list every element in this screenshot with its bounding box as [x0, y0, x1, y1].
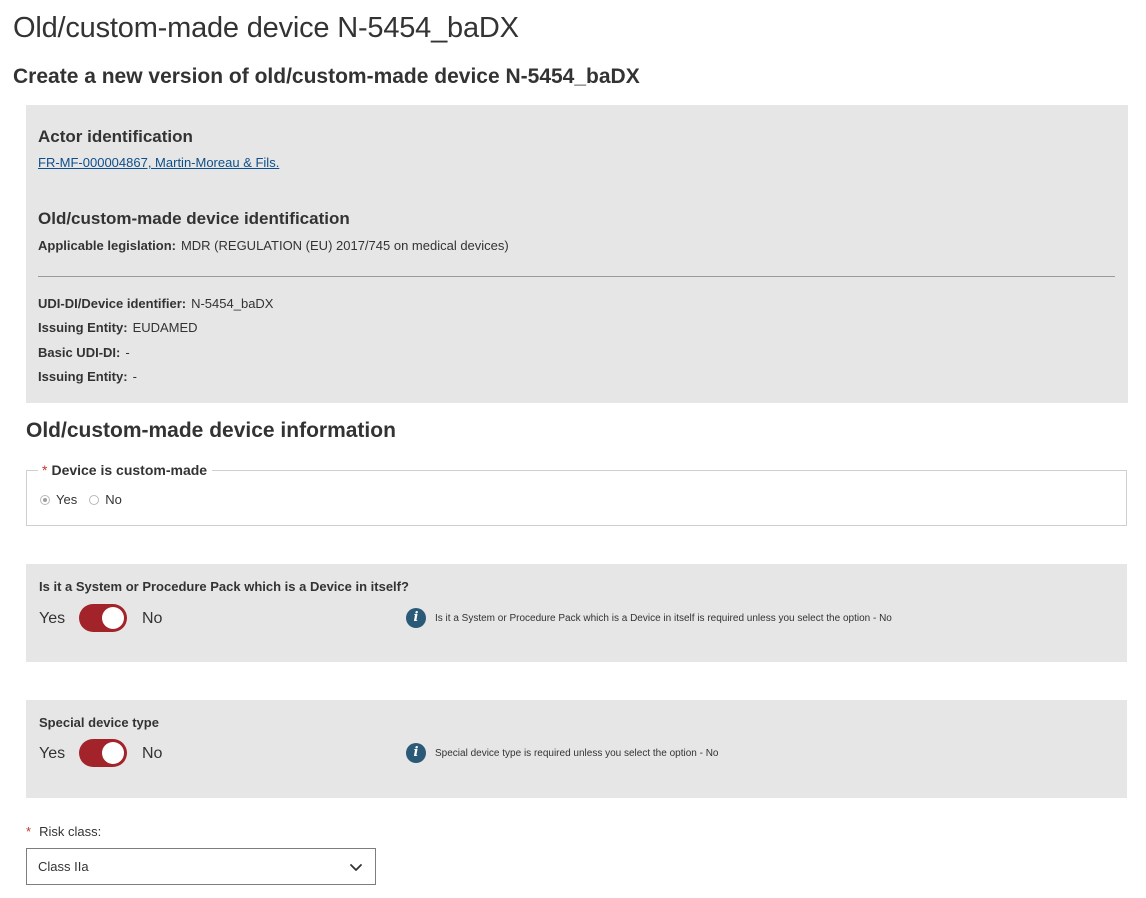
- issuing-entity-label: Issuing Entity:: [38, 320, 128, 335]
- actor-link[interactable]: FR-MF-000004867, Martin-Moreau & Fils.: [38, 155, 279, 170]
- info-icon: i: [406, 608, 426, 628]
- legislation-label: Applicable legislation:: [38, 238, 176, 253]
- info-icon: i: [406, 743, 426, 763]
- radio-no-indicator[interactable]: [89, 494, 100, 505]
- chevron-down-icon: [350, 864, 362, 871]
- required-mark: *: [42, 462, 48, 478]
- special-device-type-panel: Special device type Yes No i Special dev…: [26, 700, 1127, 798]
- basic-udi-value: -: [125, 345, 130, 360]
- udi-label: UDI-DI/Device identifier:: [38, 296, 187, 311]
- toggle-knob: [102, 607, 124, 629]
- required-mark: *: [26, 824, 32, 839]
- basic-issuing-entity-value: -: [132, 369, 137, 384]
- basic-udi-row: Basic UDI-DI: -: [38, 345, 130, 360]
- udi-value: N-5454_baDX: [191, 296, 274, 311]
- identification-panel: Actor identification FR-MF-000004867, Ma…: [26, 105, 1128, 403]
- page-title: Old/custom-made device N-5454_baDX: [13, 12, 519, 44]
- legislation-row: Applicable legislation: MDR (REGULATION (…: [38, 238, 509, 253]
- divider: [38, 276, 1115, 277]
- system-pack-toggle[interactable]: [79, 604, 127, 632]
- legislation-value: MDR (REGULATION (EU) 2017/745 on medical…: [180, 238, 509, 253]
- radio-no[interactable]: No: [89, 492, 122, 507]
- risk-class-select[interactable]: Class IIa: [26, 848, 376, 885]
- radio-yes-indicator[interactable]: [40, 494, 50, 505]
- issuing-entity-value: EUDAMED: [132, 320, 198, 335]
- custom-made-legend: * Device is custom-made: [38, 462, 213, 478]
- risk-class-label: Risk class:: [39, 824, 102, 839]
- radio-yes[interactable]: Yes: [40, 492, 77, 507]
- radio-no-label: No: [105, 492, 122, 507]
- special-device-type-info-text: Special device type is required unless y…: [435, 748, 719, 759]
- system-pack-no-label: No: [142, 610, 163, 627]
- radio-yes-label: Yes: [56, 492, 78, 507]
- udi-row: UDI-DI/Device identifier: N-5454_baDX: [38, 296, 273, 311]
- special-device-type-question: Special device type: [39, 715, 159, 730]
- risk-class-value: Class IIa: [38, 859, 89, 874]
- custom-made-fieldset: [26, 470, 1127, 526]
- page-subtitle: Create a new version of old/custom-made …: [13, 65, 640, 88]
- special-device-type-yes-label: Yes: [39, 745, 66, 762]
- special-device-type-no-label: No: [142, 745, 163, 762]
- special-device-type-toggle[interactable]: [79, 739, 127, 767]
- custom-made-radio-group: Yes No: [40, 492, 134, 507]
- risk-class-label-row: * Risk class:: [26, 824, 101, 839]
- system-pack-panel: Is it a System or Procedure Pack which i…: [26, 564, 1127, 662]
- device-identification-heading: Old/custom-made device identification: [38, 209, 350, 228]
- system-pack-yes-label: Yes: [39, 610, 66, 627]
- actor-identification-heading: Actor identification: [38, 127, 193, 146]
- basic-issuing-entity-row: Issuing Entity: -: [38, 369, 137, 384]
- system-pack-question: Is it a System or Procedure Pack which i…: [39, 579, 409, 594]
- basic-udi-label: Basic UDI-DI:: [38, 345, 121, 360]
- device-information-title: Old/custom-made device information: [26, 419, 396, 442]
- system-pack-info-text: Is it a System or Procedure Pack which i…: [435, 613, 892, 624]
- issuing-entity-row: Issuing Entity: EUDAMED: [38, 320, 198, 335]
- basic-issuing-entity-label: Issuing Entity:: [38, 369, 128, 384]
- toggle-knob: [102, 742, 124, 764]
- custom-made-label: Device is custom-made: [51, 462, 208, 478]
